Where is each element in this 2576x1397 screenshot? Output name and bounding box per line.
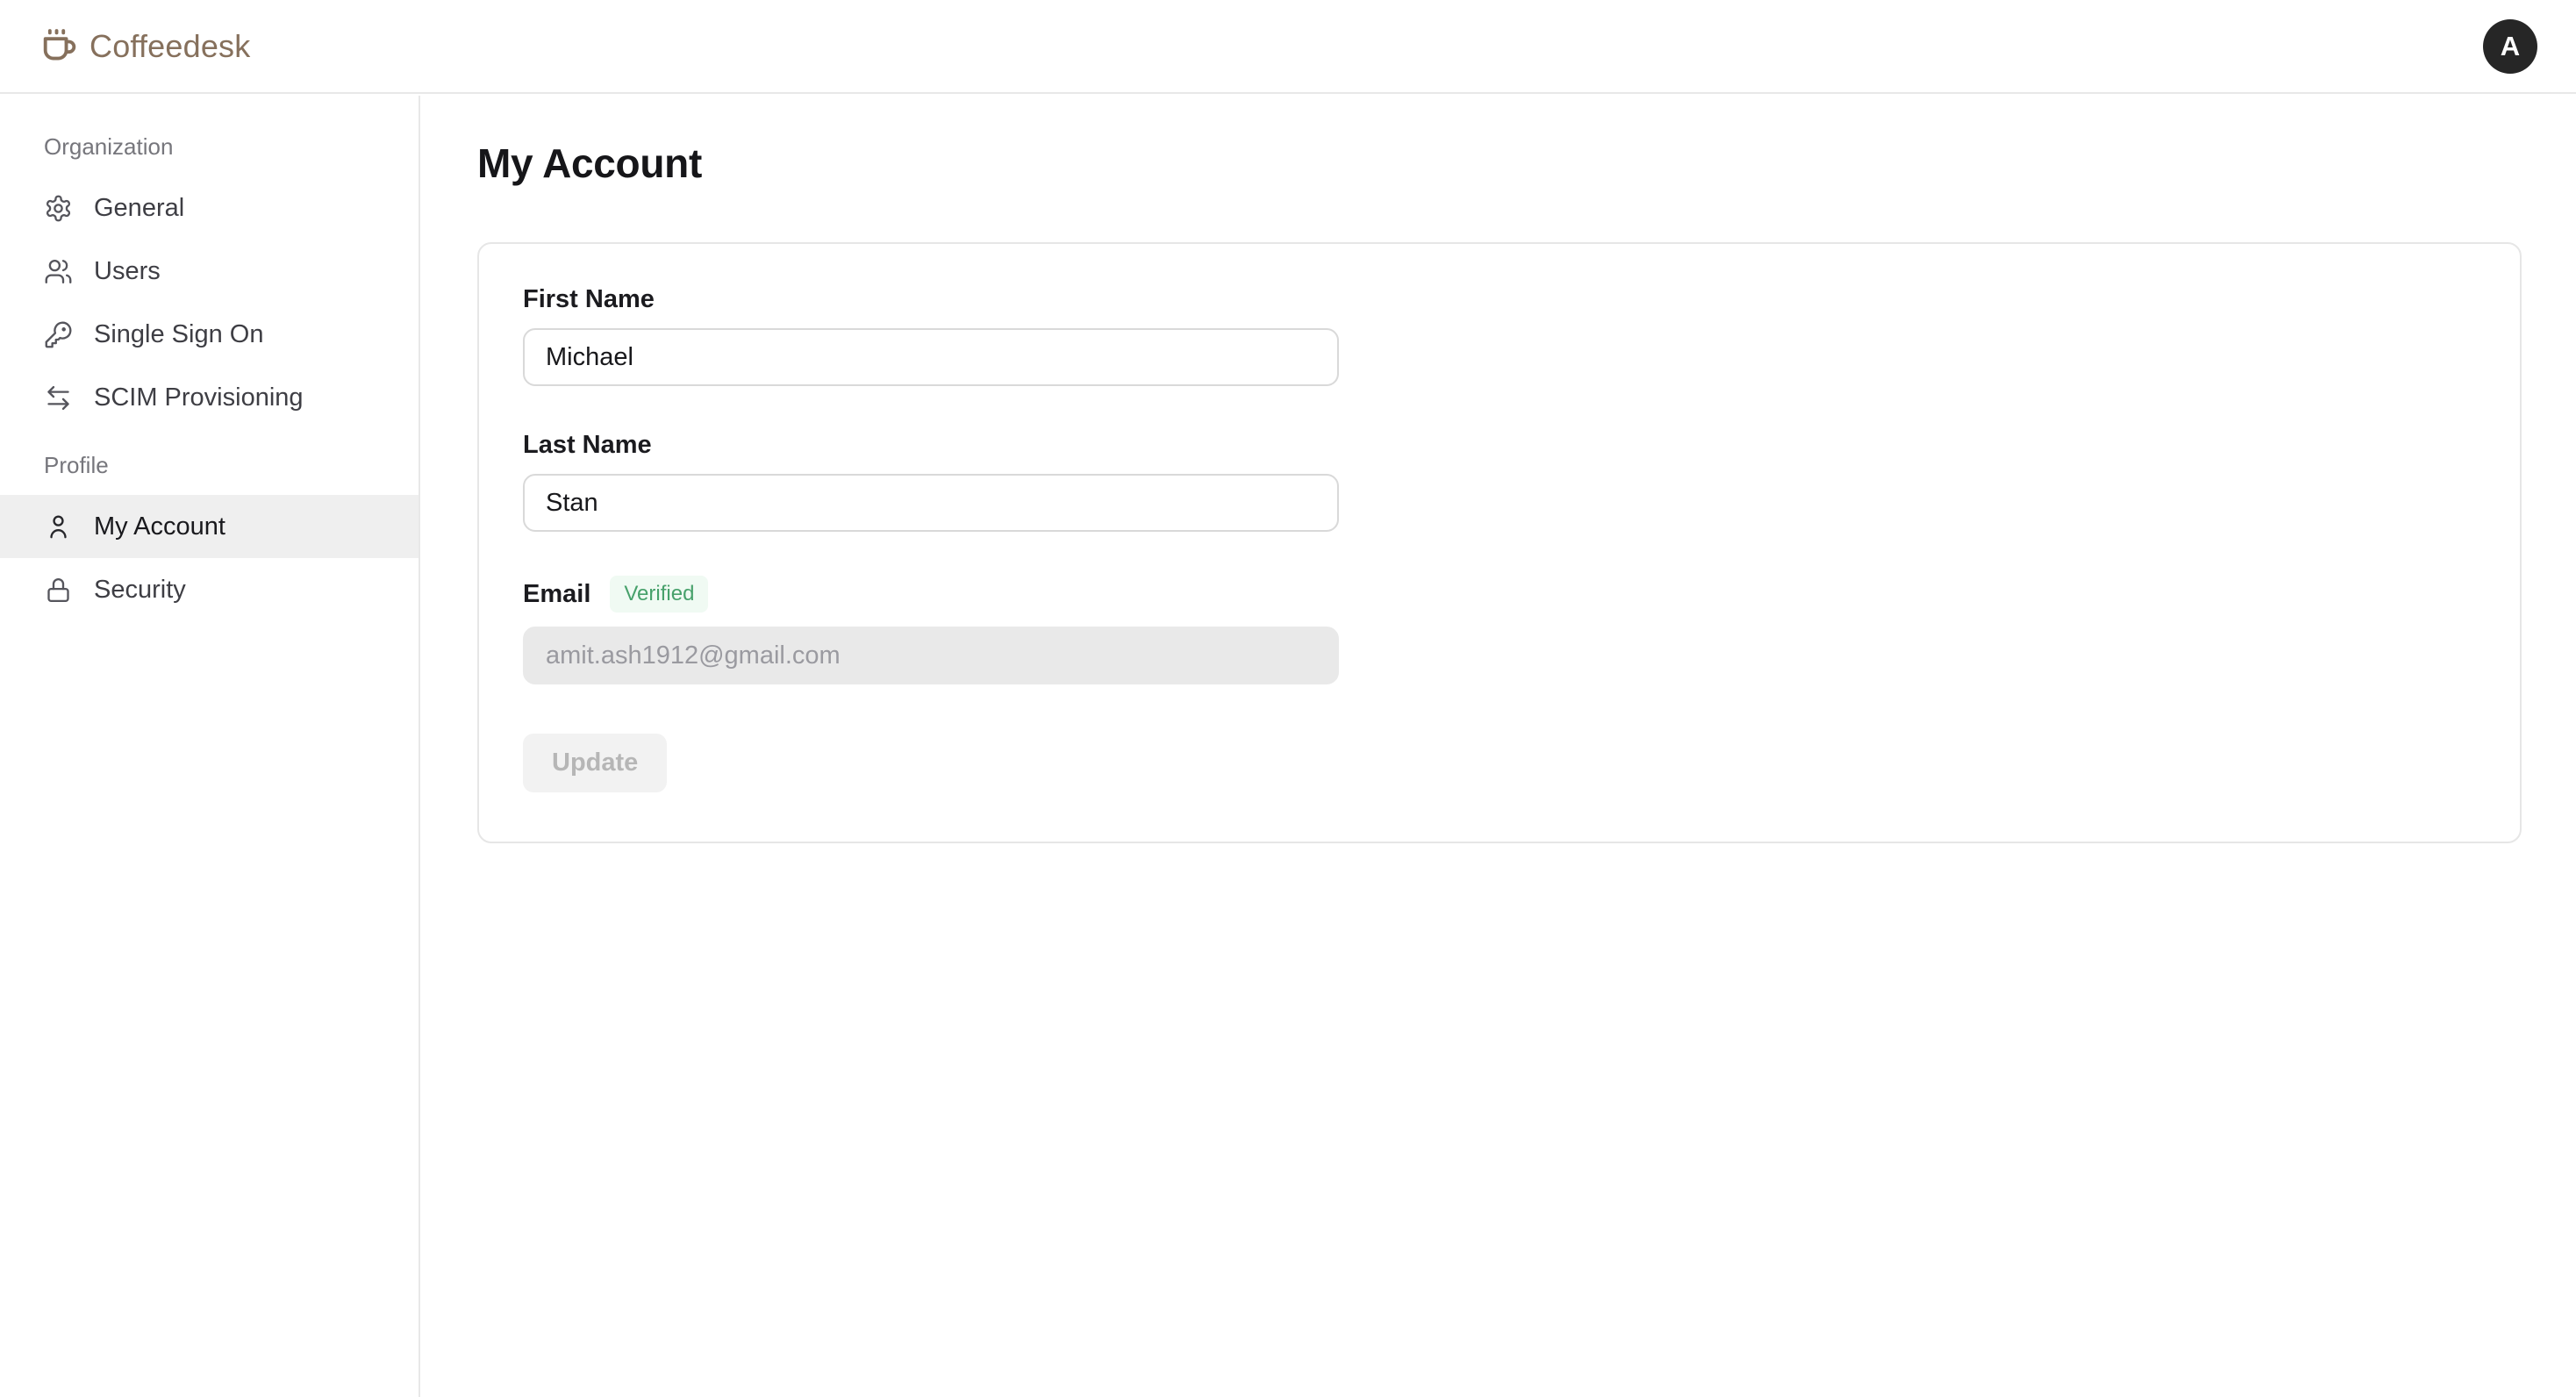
sidebar-item-users[interactable]: Users	[0, 240, 419, 303]
sidebar-item-single-sign-on[interactable]: Single Sign On	[0, 303, 419, 366]
sidebar-item-label: My Account	[94, 512, 225, 541]
last-name-label: Last Name	[523, 430, 2476, 460]
brand-name: Coffeedesk	[89, 28, 250, 65]
first-name-field: First Name	[523, 284, 2476, 386]
verified-badge: Verified	[610, 576, 708, 613]
sidebar-item-label: Security	[94, 576, 186, 605]
sidebar-section-profile: Profile My Account Security	[0, 446, 419, 621]
sidebar-item-label: Single Sign On	[94, 320, 263, 349]
transfer-arrows-icon	[44, 383, 73, 412]
email-label-row: Email Verified	[523, 576, 2476, 613]
sidebar-item-my-account[interactable]: My Account	[0, 495, 419, 558]
page-title: My Account	[477, 137, 2522, 190]
first-name-label: First Name	[523, 284, 2476, 314]
update-button[interactable]: Update	[523, 734, 667, 792]
coffee-cup-icon	[39, 27, 77, 66]
key-icon	[44, 320, 73, 349]
user-icon	[44, 512, 73, 541]
first-name-input[interactable]	[523, 328, 1339, 386]
lock-icon	[44, 576, 73, 605]
users-icon	[44, 257, 73, 286]
brand[interactable]: Coffeedesk	[39, 27, 250, 66]
sidebar-item-general[interactable]: General	[0, 176, 419, 240]
last-name-field: Last Name	[523, 430, 2476, 532]
email-input	[523, 627, 1339, 684]
sidebar-section-organization-label: Organization	[0, 127, 419, 166]
email-field: Email Verified	[523, 576, 2476, 684]
gear-icon	[44, 194, 73, 223]
sidebar-section-profile-label: Profile	[0, 446, 419, 484]
app-root: Coffeedesk A Organization General	[0, 0, 2576, 1397]
sidebar-item-label: SCIM Provisioning	[94, 383, 304, 412]
sidebar: Organization General Users	[0, 96, 420, 1397]
sidebar-item-scim-provisioning[interactable]: SCIM Provisioning	[0, 366, 419, 429]
last-name-input[interactable]	[523, 474, 1339, 532]
main-content: My Account First Name Last Name Email Ve…	[422, 96, 2576, 1397]
sidebar-item-label: Users	[94, 257, 161, 286]
top-bar: Coffeedesk A	[0, 0, 2576, 94]
sidebar-item-security[interactable]: Security	[0, 558, 419, 621]
sidebar-item-label: General	[94, 194, 184, 223]
sidebar-section-organization: Organization General Users	[0, 127, 419, 429]
avatar[interactable]: A	[2483, 19, 2537, 74]
account-card: First Name Last Name Email Verified Upda…	[477, 242, 2522, 843]
email-label: Email	[523, 579, 590, 609]
